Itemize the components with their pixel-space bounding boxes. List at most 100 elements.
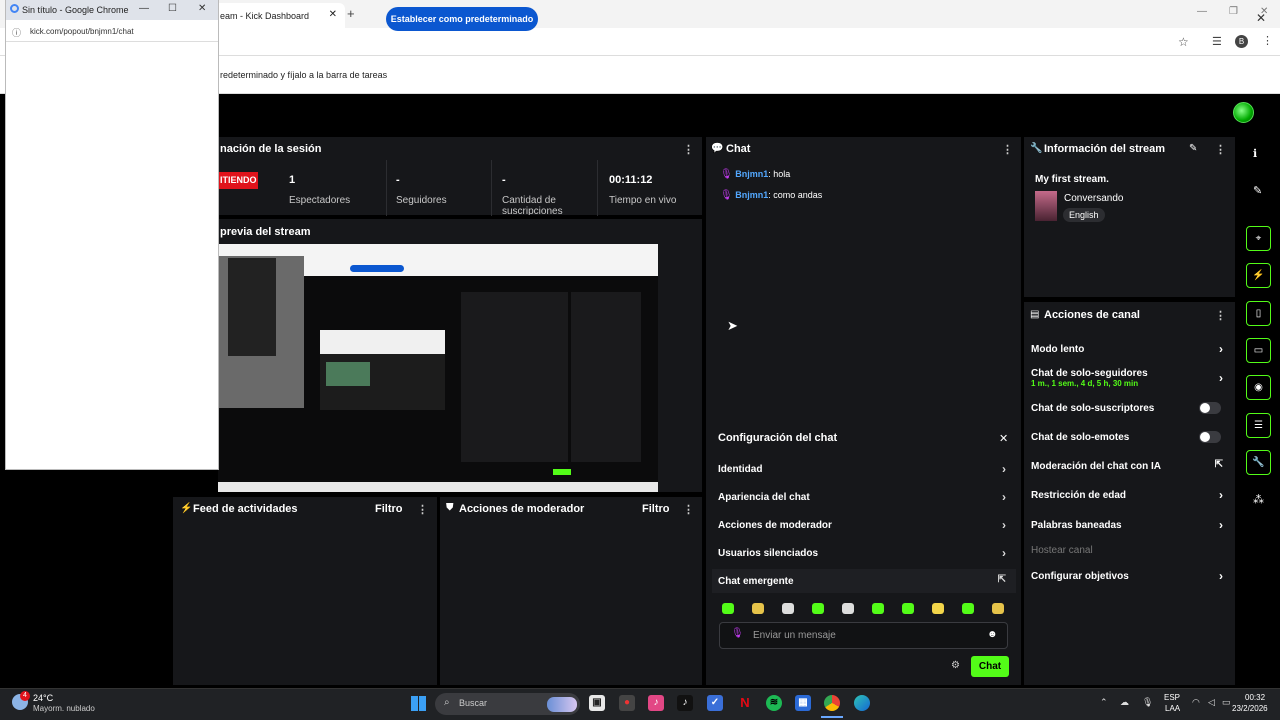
start-button[interactable] [411,696,426,711]
channel-action-slow-mode[interactable]: Modo lento › [1031,342,1231,356]
clock-date[interactable]: 23/2/2026 [1232,704,1268,713]
language-indicator-top[interactable]: ESP [1164,693,1180,702]
emote-icon[interactable] [722,603,734,614]
chat-settings-close-icon[interactable]: ✕ [999,432,1008,445]
set-default-button[interactable]: Establecer como predeterminado [386,7,538,31]
chat-username[interactable]: Bnjmn1 [735,190,768,200]
app-icon[interactable]: ♪ [648,695,664,711]
mic-badge-icon: 🎙 [720,169,733,180]
channel-action-age-restriction[interactable]: Restricción de edad › [1031,488,1231,502]
popup-maximize-icon[interactable]: ☐ [168,3,177,14]
minimize-icon[interactable]: — [1197,6,1207,17]
wrench-icon[interactable]: 🔧 [1246,450,1271,475]
bookmark-star-icon[interactable]: ☆ [1178,35,1189,49]
channel-actions-menu-icon[interactable]: ⋮ [1215,309,1226,322]
info-icon[interactable]: ℹ [1253,147,1257,160]
subs-only-toggle[interactable] [1199,402,1221,414]
emote-icon[interactable] [782,603,794,614]
channel-action-banned-words[interactable]: Palabras baneadas › [1031,518,1231,532]
new-tab-icon[interactable]: + [347,6,355,21]
popup-minimize-icon[interactable]: — [139,3,149,14]
maximize-icon[interactable]: ❐ [1229,6,1238,17]
edit-icon[interactable]: ✎ [1189,143,1197,154]
emote-icon[interactable] [992,603,1004,614]
stream-category[interactable]: Conversando [1064,193,1123,204]
edge-icon[interactable] [854,695,870,711]
chat-menu-icon[interactable]: ⋮ [1002,143,1013,156]
store-icon[interactable]: ▦ [795,695,811,711]
channel-action-goals[interactable]: Configurar objetivos › [1031,569,1231,583]
emote-icon[interactable] [812,603,824,614]
clock-time[interactable]: 00:32 [1245,693,1265,702]
channel-action-ai-moderation[interactable]: Moderación del chat con IA ⇱ [1031,459,1231,472]
emote-icon[interactable] [902,603,914,614]
mod-actions-filter-button[interactable]: Filtro [642,503,670,515]
reading-list-icon[interactable]: ☰ [1212,35,1222,48]
nodes-icon[interactable]: ⁂ [1253,493,1264,506]
chrome-taskbar-icon[interactable] [824,695,840,711]
chat-setting-popout[interactable]: Chat emergente ⇱ [718,574,1012,587]
site-info-icon[interactable]: ⓘ [12,26,21,39]
task-view-icon[interactable]: ▣ [589,695,605,711]
subs-value: - [502,174,506,186]
chat-username[interactable]: Bnjmn1 [735,169,768,179]
lightning-icon[interactable]: ⚡ [1246,263,1271,288]
focus-icon[interactable]: ⌖ [1246,226,1271,251]
emotes-only-toggle[interactable] [1199,431,1221,443]
channel-action-followers-only[interactable]: Chat de solo-seguidores › 1 m., 1 sem., 4… [1031,368,1231,388]
channel-action-emotes-only[interactable]: Chat de solo-emotes [1031,431,1231,443]
stream-info-menu-icon[interactable]: ⋮ [1215,143,1226,156]
document-icon[interactable]: ▯ [1246,301,1271,326]
user-avatar[interactable] [1233,102,1254,123]
chat-message-input[interactable]: Enviar un mensaje [719,622,1008,649]
emote-icon[interactable] [872,603,884,614]
popup-chat-window [5,0,219,470]
profile-avatar[interactable]: B [1235,35,1248,48]
chat-setting-mod-actions[interactable]: Acciones de moderador › [718,518,1012,532]
tab-kick-dashboard[interactable]: eam - Kick Dashboard ✕ [210,3,345,28]
activity-feed-panel [173,497,437,685]
volume-icon[interactable]: ◁ [1208,697,1215,708]
broadcast-icon[interactable]: ◉ [1246,375,1271,400]
spotify-icon[interactable]: ≋ [766,695,782,711]
channel-action-subs-only[interactable]: Chat de solo-suscriptores [1031,402,1231,414]
infobar-close-icon[interactable]: ✕ [1256,11,1266,25]
feed-menu-icon[interactable]: ⋮ [417,503,428,516]
notification-badge: 4 [20,691,30,701]
close-tab-icon[interactable]: ✕ [329,9,337,20]
tray-app-icon[interactable]: ☁ [1120,697,1129,708]
stream-preview-video[interactable] [218,244,658,492]
popup-url-bar[interactable]: kick.com/popout/bnjmn1/chat [6,20,218,42]
emote-icon[interactable] [752,603,764,614]
tiktok-icon[interactable]: ♪ [677,695,693,711]
popup-close-icon[interactable]: ✕ [198,3,206,14]
stream-info-title: Información del stream [1044,143,1166,155]
netflix-icon[interactable]: N [737,695,753,711]
chat-icon[interactable]: ▭ [1246,338,1271,363]
session-menu-icon[interactable]: ⋮ [683,143,694,156]
chat-setting-appearance[interactable]: Apariencia del chat › [718,490,1012,504]
app-icon[interactable]: ✓ [707,695,723,711]
chat-send-button[interactable]: Chat [971,656,1009,677]
chrome-menu-icon[interactable]: ⋮ [1262,34,1273,47]
battery-icon[interactable]: ▭ [1222,697,1231,708]
mod-actions-menu-icon[interactable]: ⋮ [683,503,694,516]
emoji-icon[interactable]: ☻ [987,629,998,640]
chat-setting-muted-users[interactable]: Usuarios silenciados › [718,546,1012,560]
app-icon[interactable]: ● [619,695,635,711]
stack-icon[interactable]: ☰ [1246,413,1271,438]
language-indicator-bottom[interactable]: LAA [1165,704,1180,713]
feed-filter-button[interactable]: Filtro [375,503,403,515]
tray-mic-icon[interactable]: 🎙 [1142,697,1153,708]
shield-icon: ⛊ [446,502,454,513]
chat-bubble-icon: 💬 [711,143,724,154]
emote-icon[interactable] [932,603,944,614]
emote-icon[interactable] [962,603,974,614]
mic-badge-icon: 🎙 [720,190,733,201]
wifi-icon[interactable]: ◠ [1192,697,1200,708]
chat-setting-identity[interactable]: Identidad › [718,462,1012,476]
tray-chevron-icon[interactable]: ⌃ [1100,697,1108,708]
emote-icon[interactable] [842,603,854,614]
pencil-icon[interactable]: ✎ [1253,184,1262,197]
chat-settings-gear-icon[interactable]: ⚙ [951,660,960,671]
